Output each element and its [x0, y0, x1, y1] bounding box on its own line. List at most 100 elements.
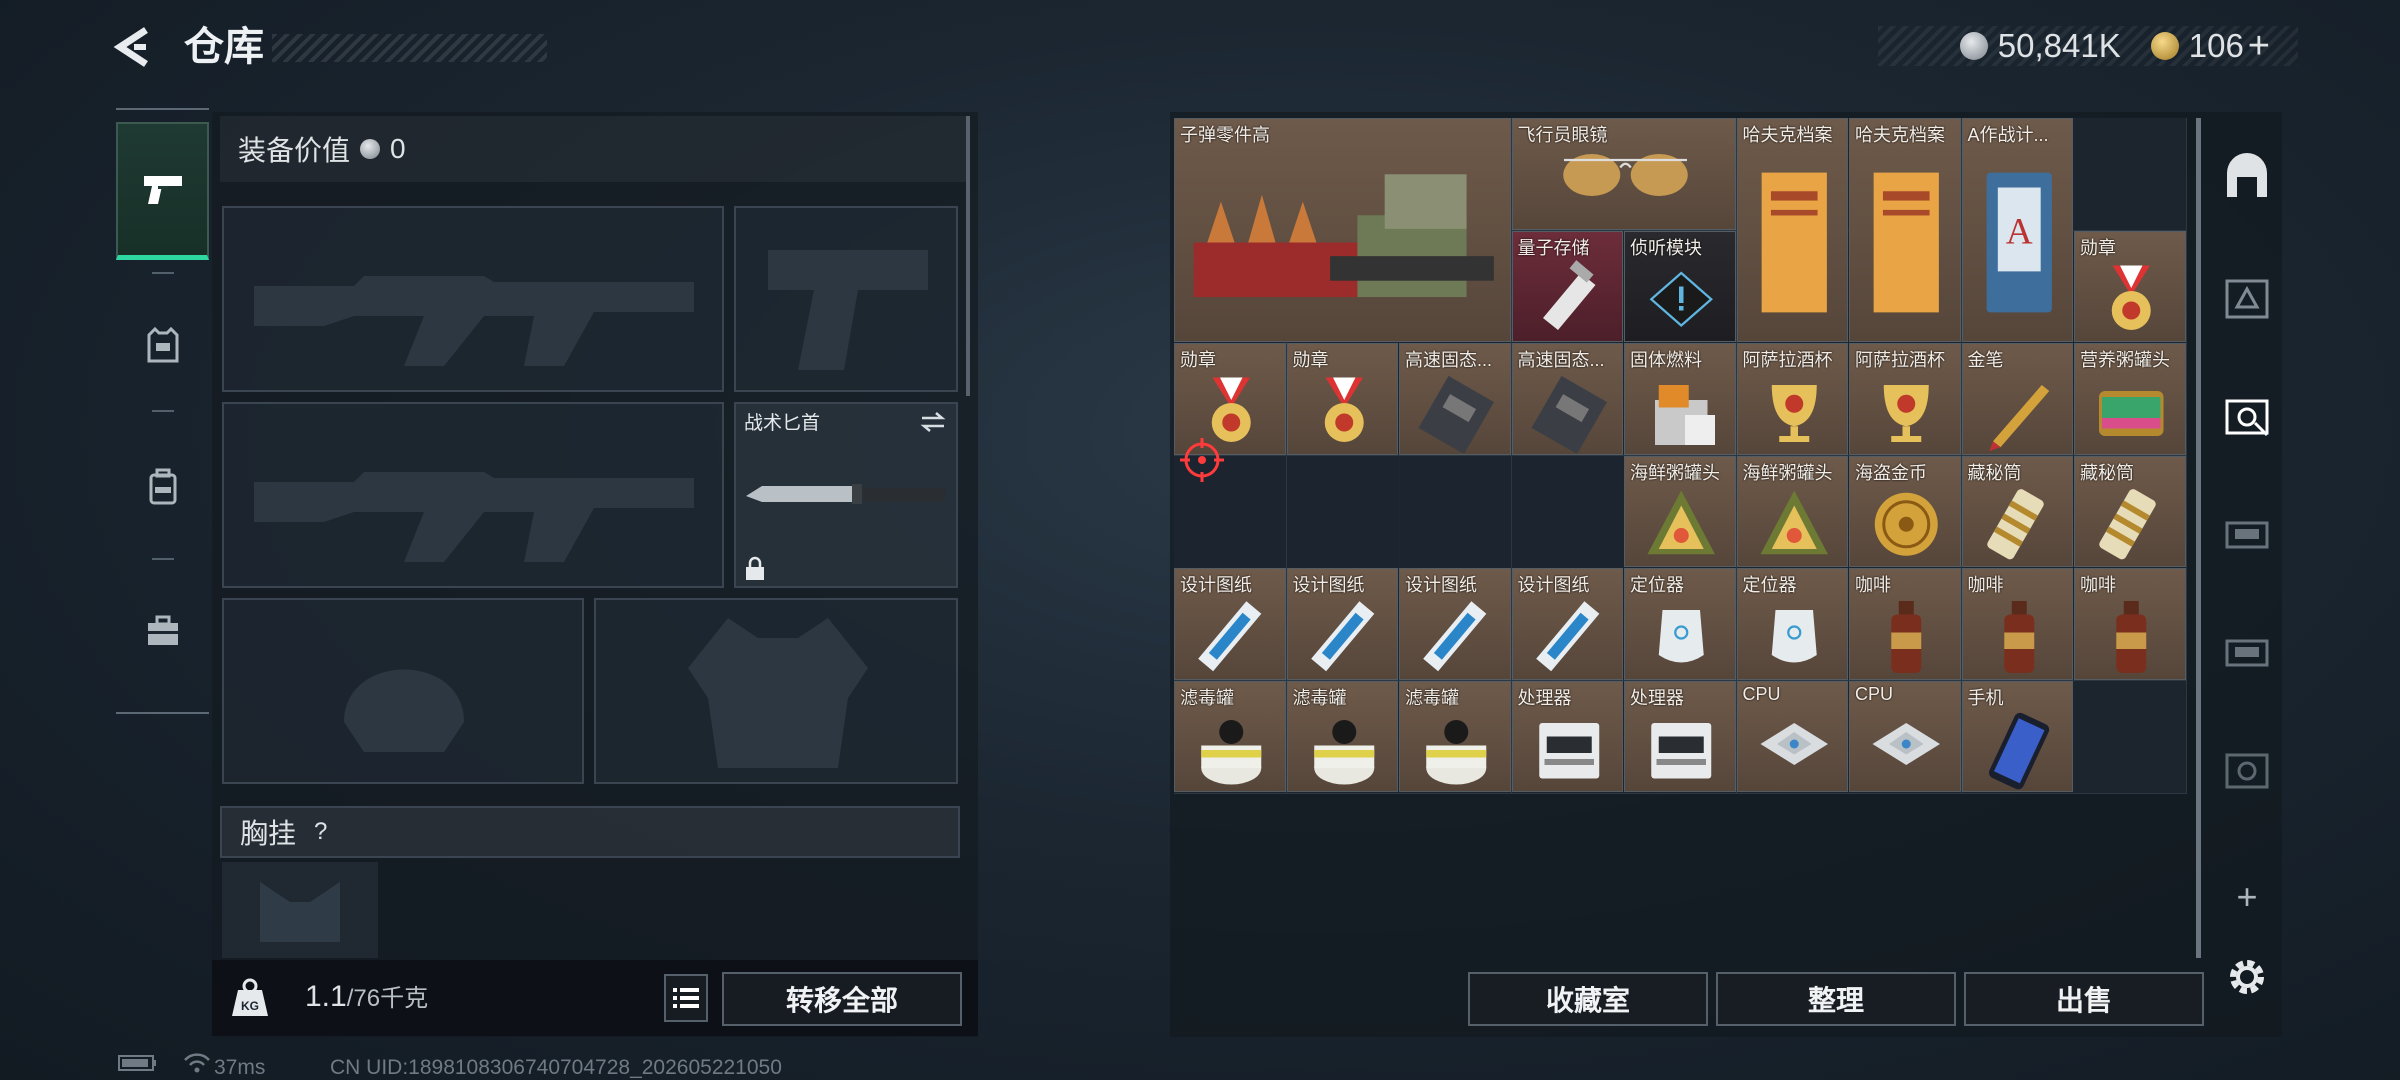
pistol-slot[interactable]	[734, 206, 958, 392]
ammo-parts-box-icon	[1193, 174, 1494, 298]
stash-cell[interactable]	[2074, 680, 2187, 794]
stash-item[interactable]: 设计图纸	[1174, 568, 1286, 680]
tab-backpack[interactable]	[116, 422, 209, 552]
stash-item[interactable]: 咖啡	[2074, 568, 2186, 680]
gold-pen-icon	[1988, 385, 2049, 451]
stash-item[interactable]: A作战计... A	[1961, 118, 2073, 342]
secondary-weapon-slot[interactable]	[222, 402, 724, 588]
tab-stash-2[interactable]	[2216, 386, 2278, 448]
gold-amount: 106	[2188, 27, 2244, 64]
stash-cell[interactable]	[1399, 455, 1512, 569]
stash-cell[interactable]	[1286, 455, 1400, 569]
chest-rig-slot[interactable]	[222, 862, 378, 958]
stash-item[interactable]: 设计图纸	[1286, 568, 1398, 680]
chest-rig-header: 胸挂 ?	[220, 806, 960, 858]
stash-item[interactable]: 海盗金币	[1849, 455, 1961, 567]
stash-item[interactable]: 处理器	[1624, 680, 1736, 792]
organize-button[interactable]: 整理	[1716, 972, 1956, 1026]
tab-stash-main[interactable]	[2216, 146, 2278, 208]
primary-weapon-slot[interactable]	[222, 206, 724, 392]
weight-max: /76千克	[346, 985, 429, 1012]
stash-item[interactable]: 子弹零件高	[1174, 118, 1511, 342]
tab-stash-1[interactable]	[2216, 268, 2278, 330]
stash-grid: 子弹零件高 飞行员眼镜 哈夫克档案 哈夫克档案 A作战计... A 量子存储 侦听模块 勋章 勋章…	[1174, 118, 2187, 794]
knife-slot[interactable]: 战术匕首	[734, 402, 958, 588]
tab-weapons[interactable]	[116, 122, 209, 260]
stash-item[interactable]: 阿萨拉酒杯	[1849, 343, 1961, 455]
stash-item[interactable]: 处理器	[1511, 680, 1623, 792]
tab-stash-3[interactable]	[2216, 504, 2278, 566]
stash-item[interactable]: 哈夫克档案	[1736, 118, 1848, 342]
stash-item[interactable]: 哈夫克档案	[1849, 118, 1961, 342]
stash-item[interactable]: 藏秘筒	[2074, 455, 2186, 567]
stash-scrollbar[interactable]	[2196, 118, 2201, 958]
back-button[interactable]	[110, 22, 160, 72]
crosshair-icon	[1178, 436, 1226, 489]
tab-stash-4[interactable]	[2216, 622, 2278, 684]
weight-icon: KG	[228, 976, 272, 1020]
stash-item[interactable]: 定位器	[1736, 568, 1848, 680]
item-name: 金笔	[1967, 350, 2004, 370]
transfer-all-button[interactable]: 转移全部	[722, 972, 962, 1026]
stash-item[interactable]: 咖啡	[1849, 568, 1961, 680]
rifle-silhouette-icon	[254, 276, 694, 366]
storage-tab-active-icon	[2225, 399, 2269, 437]
stash-item[interactable]: 海鲜粥罐头	[1736, 455, 1848, 567]
seafood-can-icon	[1647, 490, 1715, 554]
blueprint-icon	[1423, 601, 1487, 672]
tab-armor[interactable]	[116, 280, 209, 410]
stash-item[interactable]: 海鲜粥罐头	[1624, 455, 1736, 567]
sell-button[interactable]: 出售	[1964, 972, 2204, 1026]
item-name: 滤毒罐	[1292, 687, 1347, 708]
stash-item[interactable]: CPU	[1849, 680, 1961, 792]
blueprint-icon	[1198, 601, 1262, 672]
help-icon[interactable]: ?	[314, 818, 327, 846]
stash-item[interactable]: 营养粥罐头	[2074, 343, 2186, 455]
stash-item[interactable]: 量子存储	[1511, 230, 1623, 342]
stash-item[interactable]: CPU	[1736, 680, 1848, 792]
stash-item[interactable]: 高速固态...	[1511, 343, 1623, 455]
stash-item[interactable]: 滤毒罐	[1399, 680, 1511, 792]
item-name: 设计图纸	[1292, 575, 1365, 595]
add-stash-tab-button[interactable]: +	[2216, 866, 2278, 928]
blueprint-icon	[1310, 601, 1374, 672]
stash-item[interactable]: 定位器	[1624, 568, 1736, 680]
armor-slot[interactable]	[594, 598, 958, 784]
stash-item[interactable]: 滤毒罐	[1286, 680, 1398, 792]
stash-item[interactable]: 阿萨拉酒杯	[1736, 343, 1848, 455]
swap-icon[interactable]	[918, 410, 948, 434]
stash-item[interactable]: 勋章	[2074, 230, 2186, 342]
loadout-scrollbar[interactable]	[966, 116, 970, 396]
stash-cell[interactable]	[1511, 455, 1625, 569]
stash-item[interactable]: 咖啡	[1961, 568, 2073, 680]
settings-button[interactable]	[2216, 946, 2278, 1008]
add-gold-button[interactable]: +	[2248, 25, 2270, 68]
list-view-button[interactable]	[664, 974, 708, 1022]
item-name: 飞行员眼镜	[1517, 125, 1608, 145]
stash-item[interactable]: 侦听模块	[1624, 230, 1736, 342]
svg-text:A: A	[2005, 211, 2032, 252]
stash-item[interactable]: 高速固态...	[1399, 343, 1511, 455]
stash-item[interactable]: 金笔	[1961, 343, 2073, 455]
stash-item[interactable]: 飞行员眼镜	[1511, 118, 1736, 230]
stash-item[interactable]: 设计图纸	[1399, 568, 1511, 680]
stash-item[interactable]: 手机	[1961, 680, 2073, 792]
stash-cell[interactable]	[2074, 118, 2187, 231]
item-name: 咖啡	[1855, 575, 1891, 595]
equip-value-amount: 0	[390, 133, 406, 164]
collection-room-button[interactable]: 收藏室	[1468, 972, 1708, 1026]
status-bar	[118, 1052, 212, 1074]
stash-item[interactable]: 勋章	[1286, 343, 1398, 455]
stash-item[interactable]: 固体燃料	[1624, 343, 1736, 455]
filter-canister-icon	[1201, 719, 1262, 784]
item-name: 定位器	[1630, 575, 1684, 595]
item-name: 哈夫克档案	[1742, 125, 1833, 145]
item-name: 勋章	[1180, 350, 1216, 370]
tab-case[interactable]	[116, 566, 209, 696]
item-name: 咖啡	[2080, 575, 2116, 595]
stash-item[interactable]: 藏秘筒	[1961, 455, 2073, 567]
stash-item[interactable]: 滤毒罐	[1174, 680, 1286, 792]
tab-stash-5[interactable]	[2216, 740, 2278, 802]
stash-item[interactable]: 设计图纸	[1511, 568, 1623, 680]
helmet-slot[interactable]	[222, 598, 584, 784]
